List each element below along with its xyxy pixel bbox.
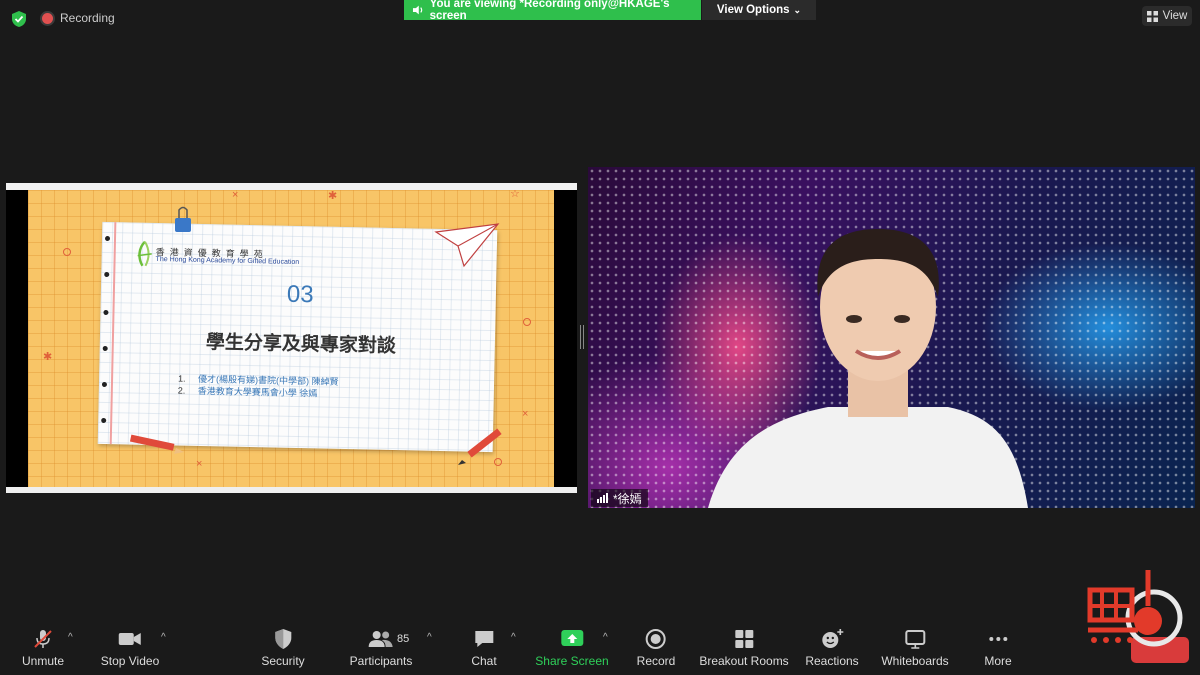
whiteboard-icon <box>905 630 925 649</box>
decor-star: ☆ <box>510 190 520 200</box>
slide-title: 學生分享及與專家對談 <box>205 331 397 358</box>
viewing-screen-banner: You are viewing *Recording only@HKAGE's … <box>404 0 701 22</box>
paper-margin-line <box>109 222 117 445</box>
decor-circle <box>63 248 71 256</box>
participants-options-caret-icon[interactable]: ^ <box>427 632 432 643</box>
decor-circle <box>523 318 531 326</box>
whiteboards-button[interactable]: Whiteboards <box>881 628 949 668</box>
pencil-icon <box>129 434 184 454</box>
participant-name: *徐嫣 <box>613 491 642 506</box>
recording-indicator[interactable]: Recording <box>42 11 115 25</box>
share-screen-button[interactable]: Share Screen <box>535 628 609 668</box>
security-button[interactable]: Security <box>261 628 305 668</box>
participants-count: 85 <box>397 633 410 645</box>
encryption-shield-icon[interactable] <box>10 10 28 28</box>
decor-cross: × <box>522 408 529 420</box>
unmute-label: Unmute <box>21 654 65 668</box>
grid-view-icon <box>1146 10 1158 22</box>
share-options-caret-icon[interactable]: ^ <box>603 632 608 643</box>
breakout-rooms-icon <box>735 630 753 648</box>
list-item: 2. 香港教育大學賽馬會小學 徐嫣 <box>178 385 339 400</box>
view-button[interactable]: View <box>1142 6 1192 26</box>
record-label: Record <box>636 654 676 668</box>
org-name-en: The Hong Kong Academy for Gifted Educati… <box>155 256 300 267</box>
decor-cross: × <box>196 458 203 470</box>
binder-hole <box>101 417 107 424</box>
more-button[interactable]: More <box>984 628 1012 668</box>
share-screen-label: Share Screen <box>535 654 609 668</box>
chat-bubble-icon <box>474 631 493 647</box>
chat-options-caret-icon[interactable]: ^ <box>511 632 516 643</box>
meeting-toolbar: Unmute ^ Stop Video ^ Security Participa… <box>0 620 1200 675</box>
binder-hole <box>103 309 109 316</box>
connection-signal-icon <box>597 493 608 503</box>
decor-star: ✱ <box>43 351 53 363</box>
view-options-label: View Options <box>716 4 790 16</box>
breakout-rooms-label: Breakout Rooms <box>699 654 789 668</box>
audio-options-caret-icon[interactable]: ^ <box>68 632 73 643</box>
video-options-caret-icon[interactable]: ^ <box>161 632 166 643</box>
shared-screen[interactable]: × ✱ ☆ ✱ × × 香港資優教育學苑 The Hong Kong Acade… <box>6 183 577 493</box>
recording-label: Recording <box>60 11 115 25</box>
participants-label: Participants <box>349 654 413 668</box>
participant-silhouette <box>708 229 1028 508</box>
pencil-icon <box>458 428 502 465</box>
video-camera-icon <box>119 633 141 645</box>
record-button[interactable]: Record <box>636 628 676 668</box>
paper-plane-icon <box>434 223 500 268</box>
list-item-text: 香港教育大學賽馬會小學 徐嫣 <box>197 385 318 399</box>
hkage-logo-icon <box>137 240 152 267</box>
viewing-banner-text: You are viewing *Recording only@HKAGE's … <box>429 0 670 22</box>
decor-cross: × <box>232 190 239 201</box>
decor-star: ✱ <box>328 190 338 202</box>
recording-dot-icon <box>42 12 53 24</box>
split-view-resize-handle[interactable] <box>580 325 584 349</box>
record-icon <box>646 629 666 649</box>
view-label: View <box>1162 10 1188 22</box>
stop-video-button[interactable]: Stop Video <box>100 628 160 668</box>
presentation-slide: × ✱ ☆ ✱ × × 香港資優教育學苑 The Hong Kong Acade… <box>28 190 554 487</box>
participant-video[interactable] <box>588 167 1195 508</box>
unmute-button[interactable]: Unmute <box>22 628 64 668</box>
binder-hole <box>102 345 108 352</box>
more-dots-icon <box>989 637 1007 641</box>
watermark-logo <box>1087 570 1183 647</box>
speaker-icon <box>412 5 423 15</box>
participant-name-tag: *徐嫣 <box>591 489 648 507</box>
breakout-rooms-button[interactable]: Breakout Rooms <box>699 628 789 668</box>
whiteboards-label: Whiteboards <box>881 654 949 668</box>
reactions-button[interactable]: Reactions <box>805 628 859 668</box>
security-label: Security <box>261 654 305 668</box>
shield-icon <box>274 629 291 649</box>
participants-icon <box>368 631 393 647</box>
chevron-down-icon: ⌄ <box>793 4 802 15</box>
chat-label: Chat <box>471 654 497 668</box>
microphone-muted-icon <box>34 630 52 648</box>
stop-video-label: Stop Video <box>100 654 160 668</box>
binder-hole <box>104 271 110 278</box>
more-label: More <box>984 654 1012 668</box>
share-screen-icon <box>560 630 583 646</box>
reactions-label: Reactions <box>805 654 859 668</box>
list-item-number: 2. <box>177 385 186 396</box>
binder-hole <box>104 235 111 242</box>
shared-window-titlebar <box>6 183 577 190</box>
shared-window-statusbar <box>6 487 577 493</box>
binder-hole <box>101 381 108 388</box>
chat-button[interactable]: Chat <box>471 628 497 668</box>
list-item-number: 1. <box>177 373 186 384</box>
section-number: 03 <box>286 280 314 309</box>
binder-clip-icon <box>175 206 191 232</box>
view-options-button[interactable]: View Options ⌄ <box>702 0 816 20</box>
speaker-list: 1. 優才(楊殷有娣)書院(中學部) 陳綽賢 2. 香港教育大學賽馬會小學 徐嫣 <box>178 373 339 400</box>
reactions-icon <box>822 629 843 648</box>
